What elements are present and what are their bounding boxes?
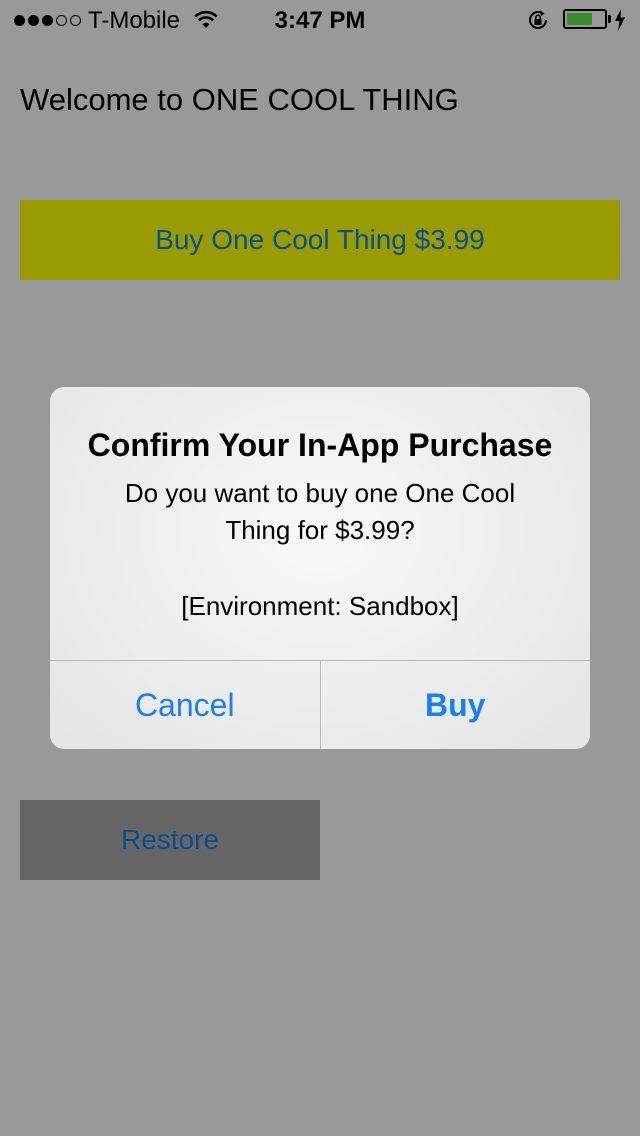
welcome-heading: Welcome to ONE COOL THING [20, 82, 459, 117]
alert-environment-note: [Environment: Sandbox] [181, 591, 459, 621]
rotation-lock-icon [526, 8, 550, 37]
alert-button-row: Cancel Buy [50, 660, 590, 749]
restore-button[interactable]: Restore [20, 800, 320, 880]
bolt-icon [614, 9, 626, 36]
buy-button-label: Buy One Cool Thing $3.99 [155, 224, 485, 255]
status-bar: T-Mobile 3:47 PM [0, 0, 640, 40]
battery-tip [608, 15, 611, 23]
cancel-button-label: Cancel [134, 687, 235, 723]
battery-icon [563, 9, 607, 29]
buy-one-cool-thing-button[interactable]: Buy One Cool Thing $3.99 [20, 200, 620, 280]
confirm-buy-button[interactable]: Buy [321, 661, 591, 749]
restore-button-label: Restore [120, 824, 220, 855]
purchase-confirmation-alert: Confirm Your In-App Purchase Do you want… [50, 387, 590, 749]
alert-title: Confirm Your In-App Purchase [87, 427, 553, 463]
alert-message: Do you want to buy one One Cool Thing fo… [124, 478, 516, 545]
cancel-button[interactable]: Cancel [50, 661, 321, 749]
confirm-buy-button-label: Buy [425, 687, 486, 723]
battery-level [567, 13, 592, 25]
